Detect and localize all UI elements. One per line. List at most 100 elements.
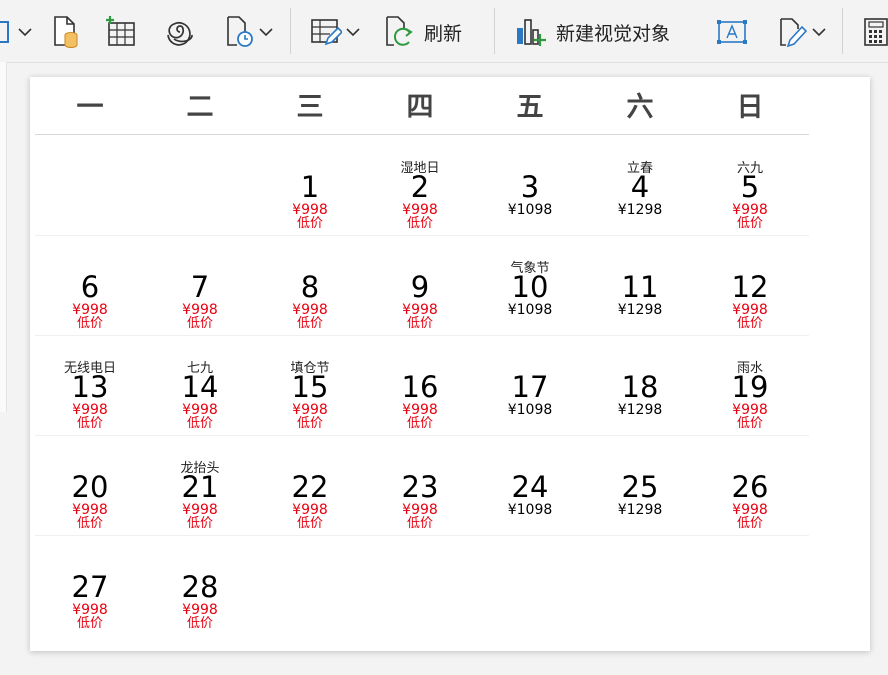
- day-number: 6: [80, 270, 100, 304]
- low-price-tag: 低价: [736, 516, 763, 531]
- calendar-day-cell[interactable]: 17 ¥1098: [475, 335, 585, 435]
- day-number: 15: [291, 370, 329, 404]
- calendar-day-cell[interactable]: 气象节 10 ¥1098: [475, 235, 585, 335]
- fare-price: ¥1098: [507, 402, 553, 418]
- calendar-day-cell[interactable]: 6 ¥998 低价: [35, 235, 145, 335]
- calendar-day-cell[interactable]: 七九 14 ¥998 低价: [145, 335, 255, 435]
- day-number: 27: [71, 570, 109, 604]
- cylinder-doc-icon: [52, 15, 80, 49]
- day-number: 10: [511, 270, 549, 304]
- day-number: 17: [511, 370, 549, 404]
- background-panel-edge: [0, 62, 7, 412]
- day-number: 4: [630, 170, 650, 204]
- day-number: 3: [520, 170, 540, 204]
- day-number: 19: [731, 370, 769, 404]
- calendar-day-cell[interactable]: 12 ¥998 低价: [695, 235, 805, 335]
- calendar-week-row: 1 ¥998 低价 湿地日 2 ¥998 低价 3 ¥1098 立春 4 ¥1298 六九 5 ¥998 低价: [35, 135, 809, 236]
- calendar-day-cell[interactable]: 雨水 19 ¥998 低价: [695, 335, 805, 435]
- day-number: 24: [511, 470, 549, 504]
- refresh-label: 刷新: [424, 22, 463, 45]
- calendar-day-cell[interactable]: 9 ¥998 低价: [365, 235, 475, 335]
- toolbar-separator: [842, 8, 843, 54]
- refresh-button[interactable]: 刷新: [384, 12, 462, 52]
- table-partial-icon: [0, 18, 14, 46]
- day-number: 18: [621, 370, 659, 404]
- weekday-label: 二: [186, 92, 214, 123]
- calendar-visual[interactable]: 一 二 三 四 五 六 日 1 ¥998 低价 湿地日 2 ¥998 低价 3 ¥1098 立春 4…: [30, 77, 870, 651]
- spiral-icon: [164, 17, 196, 47]
- calendar-day-cell[interactable]: 11 ¥1298: [585, 235, 695, 335]
- refresh-icon: [384, 15, 414, 49]
- calendar-week-row: 20 ¥998 低价 龙抬头 21 ¥998 低价 22 ¥998 低价 23 ¥998 低价 24 ¥10…: [35, 435, 809, 536]
- low-price-tag: 低价: [76, 516, 103, 531]
- calendar-day-cell[interactable]: 3 ¥1098: [475, 135, 585, 235]
- low-price-tag: 低价: [406, 516, 433, 531]
- day-number: 28: [181, 570, 219, 604]
- low-price-tag: 低价: [186, 316, 213, 331]
- edit-table-icon: [310, 16, 342, 48]
- calendar-day-cell[interactable]: 1 ¥998 低价: [255, 135, 365, 235]
- day-number: 13: [71, 370, 109, 404]
- low-price-tag: 低价: [76, 416, 103, 431]
- low-price-tag: 低价: [76, 616, 103, 631]
- new-visual-icon: [514, 16, 546, 48]
- toolbar-separator: [290, 8, 291, 54]
- low-price-tag: 低价: [296, 216, 323, 231]
- calendar-day-cell[interactable]: 龙抬头 21 ¥998 低价: [145, 435, 255, 535]
- fare-price: ¥1298: [617, 302, 663, 318]
- calendar-day-cell[interactable]: 18 ¥1298: [585, 335, 695, 435]
- low-price-tag: 低价: [186, 516, 213, 531]
- calculator-button[interactable]: [862, 12, 888, 52]
- calendar-day-cell[interactable]: 六九 5 ¥998 低价: [695, 135, 805, 235]
- calendar-day-cell[interactable]: 26 ¥998 低价: [695, 435, 805, 535]
- edit-table-button[interactable]: [310, 12, 360, 52]
- calendar-day-cell[interactable]: 16 ¥998 低价: [365, 335, 475, 435]
- day-number: 7: [190, 270, 210, 304]
- calendar-day-cell[interactable]: 立春 4 ¥1298: [585, 135, 695, 235]
- new-visual-button[interactable]: 新建视觉对象: [514, 12, 670, 52]
- weekday-header: 一 二 三 四 五 六 日: [35, 77, 809, 135]
- calendar-day-cell[interactable]: 27 ¥998 低价: [35, 535, 145, 635]
- calendar-day-cell[interactable]: 25 ¥1298: [585, 435, 695, 535]
- day-number: 26: [731, 470, 769, 504]
- calculator-icon: [862, 16, 888, 48]
- low-price-tag: 低价: [406, 416, 433, 431]
- weekday-label: 四: [406, 92, 434, 123]
- low-price-tag: 低价: [736, 216, 763, 231]
- calendar-day-cell[interactable]: 22 ¥998 低价: [255, 435, 365, 535]
- weekday-label: 一: [76, 92, 104, 123]
- chevron-down-icon: [812, 27, 826, 37]
- calendar-day-cell[interactable]: 湿地日 2 ¥998 低价: [365, 135, 475, 235]
- edit-pen-button[interactable]: [778, 12, 826, 52]
- spiral-button[interactable]: [164, 12, 196, 52]
- day-number: 9: [410, 270, 430, 304]
- day-number: 2: [410, 170, 430, 204]
- add-table-button[interactable]: [106, 12, 138, 52]
- day-number: 16: [401, 370, 439, 404]
- calendar-day-cell[interactable]: 填仓节 15 ¥998 低价: [255, 335, 365, 435]
- calendar-day-cell[interactable]: 8 ¥998 低价: [255, 235, 365, 335]
- calendar-day-cell[interactable]: 7 ¥998 低价: [145, 235, 255, 335]
- new-visual-label: 新建视觉对象: [556, 22, 671, 45]
- cylinder-doc-button[interactable]: [52, 12, 80, 52]
- day-number: 5: [740, 170, 760, 204]
- day-number: 8: [300, 270, 320, 304]
- calendar-day-cell[interactable]: 28 ¥998 低价: [145, 535, 255, 635]
- chevron-down-icon: [259, 27, 273, 37]
- schedule-doc-button[interactable]: [225, 12, 273, 52]
- add-table-icon: [106, 15, 138, 49]
- calendar-day-cell[interactable]: 20 ¥998 低价: [35, 435, 145, 535]
- calendar-day-cell[interactable]: 24 ¥1098: [475, 435, 585, 535]
- calendar-day-cell[interactable]: 无线电日 13 ¥998 低价: [35, 335, 145, 435]
- low-price-tag: 低价: [186, 416, 213, 431]
- table-partial-button[interactable]: [0, 12, 32, 52]
- text-box-button[interactable]: [716, 12, 748, 52]
- weekday-label: 五: [516, 92, 544, 123]
- low-price-tag: 低价: [296, 316, 323, 331]
- schedule-doc-icon: [225, 15, 255, 49]
- toolbar-separator: [494, 8, 495, 54]
- calendar-day-cell[interactable]: 23 ¥998 低价: [365, 435, 475, 535]
- fare-price: ¥1098: [507, 202, 553, 218]
- low-price-tag: 低价: [186, 616, 213, 631]
- fare-price: ¥1298: [617, 402, 663, 418]
